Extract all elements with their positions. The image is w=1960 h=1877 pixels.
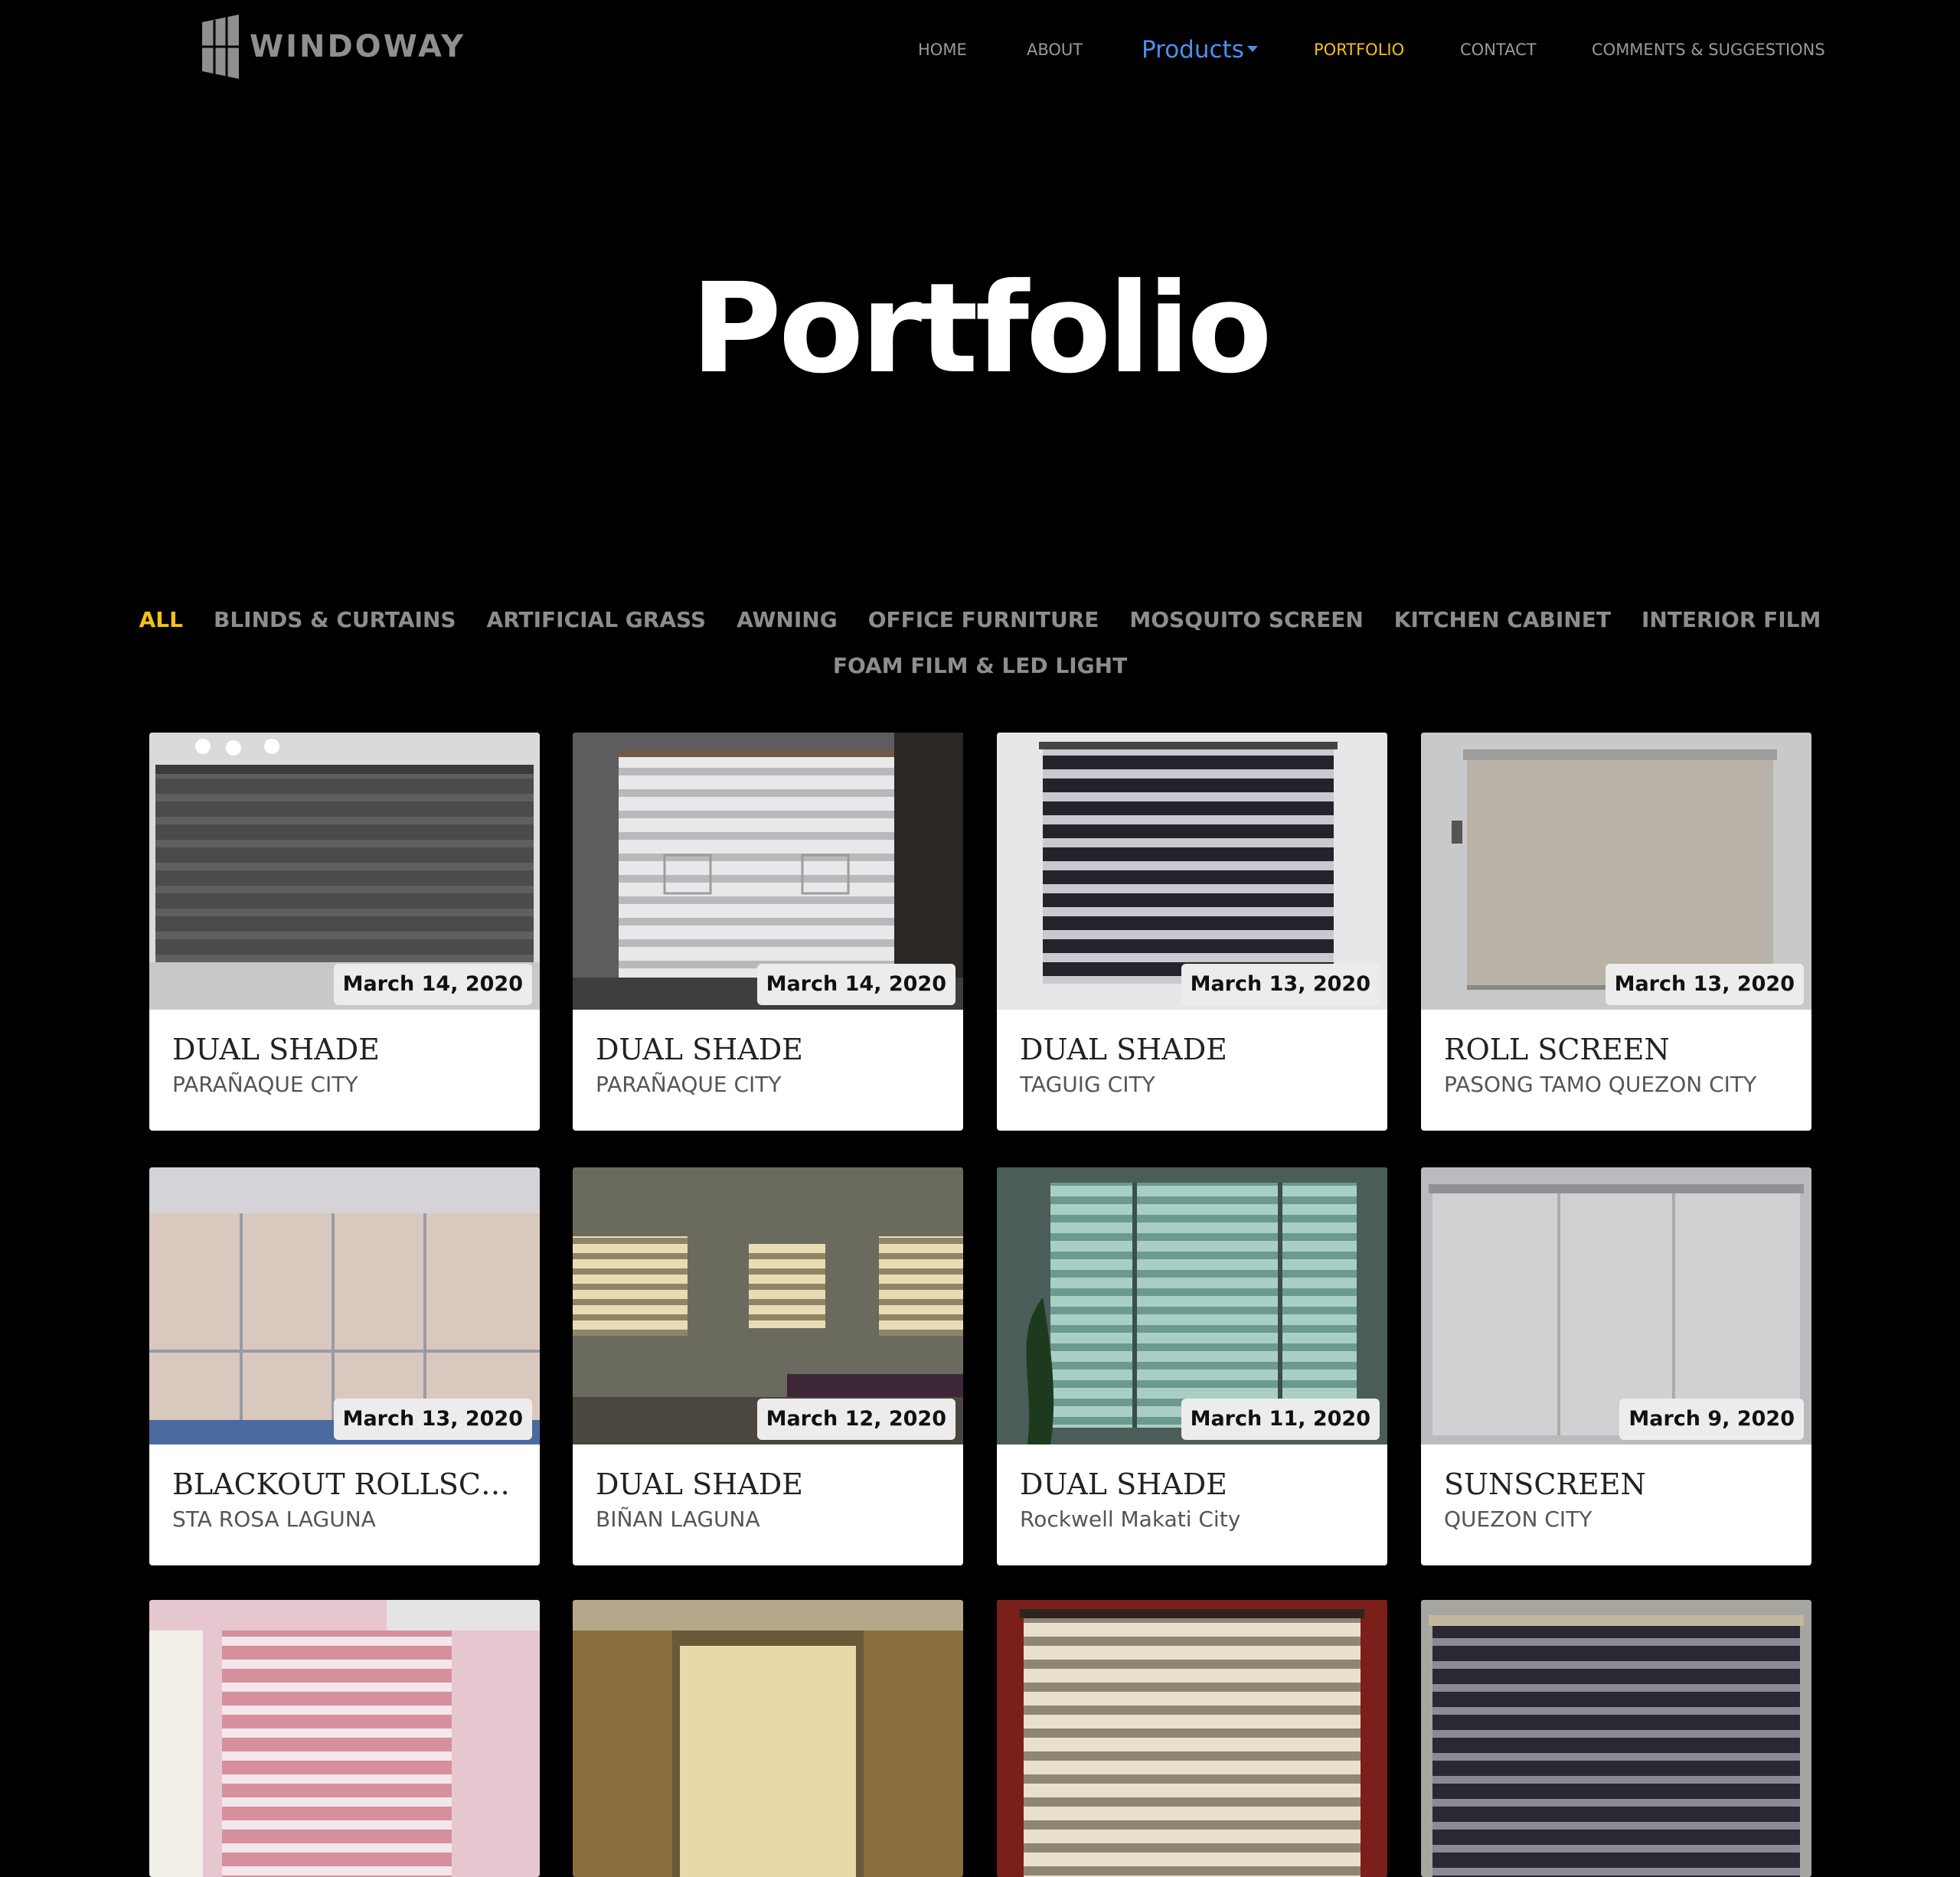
nav-products-label: Products: [1142, 36, 1244, 64]
project-title: DUAL SHADE: [1020, 1467, 1227, 1501]
project-photo: March 13, 2020: [997, 733, 1387, 1010]
project-location: Rockwell Makati City: [1020, 1506, 1241, 1532]
project-title: DUAL SHADE: [596, 1033, 803, 1066]
project-date: March 14, 2020: [756, 964, 956, 1005]
portfolio-card[interactable]: March 9, 2020 SUNSCREEN QUEZON CITY: [1421, 1167, 1811, 1565]
project-photo: March 13, 2020: [149, 1167, 540, 1444]
portfolio-filters: ALL BLINDS & CURTAINS ARTIFICIAL GRASS A…: [139, 597, 1821, 689]
portfolio-card[interactable]: March 12, 2020 DUAL SHADE BIÑAN LAGUNA: [573, 1167, 963, 1565]
card-body: ROLL SCREEN PASONG TAMO QUEZON CITY: [1421, 1010, 1811, 1131]
project-title: DUAL SHADE: [172, 1033, 380, 1066]
filter-mosquito-screen[interactable]: MOSQUITO SCREEN: [1129, 597, 1363, 643]
project-title: DUAL SHADE: [596, 1467, 803, 1501]
project-date: March 11, 2020: [1181, 1399, 1380, 1440]
portfolio-card[interactable]: March 13, 2020 DUAL SHADE TAGUIG CITY: [997, 733, 1387, 1131]
project-location: STA ROSA LAGUNA: [172, 1506, 376, 1532]
portfolio-card[interactable]: [1421, 1600, 1811, 1877]
filter-all[interactable]: ALL: [139, 597, 183, 643]
project-photo: [1421, 1600, 1811, 1877]
project-photo: [573, 1600, 963, 1877]
portfolio-card[interactable]: [997, 1600, 1387, 1877]
project-location: BIÑAN LAGUNA: [596, 1506, 760, 1532]
portfolio-card[interactable]: March 13, 2020 BLACKOUT ROLLSCREEN STA R…: [149, 1167, 540, 1565]
filter-artificial-grass[interactable]: ARTIFICIAL GRASS: [487, 597, 707, 643]
project-date: March 9, 2020: [1619, 1399, 1804, 1440]
page-title: Portfolio: [691, 257, 1272, 401]
black-zebra-blind-photo: [1421, 1600, 1811, 1877]
project-date: March 13, 2020: [333, 1399, 532, 1440]
nav-about[interactable]: ABOUT: [1027, 31, 1083, 69]
main-nav: HOME ABOUT Products PORTFOLIO CONTACT CO…: [0, 31, 1960, 69]
filter-blinds-curtains[interactable]: BLINDS & CURTAINS: [214, 597, 456, 643]
project-date: March 13, 2020: [1605, 964, 1804, 1005]
bay-window-roller-photo: [573, 1600, 963, 1877]
project-location: PASONG TAMO QUEZON CITY: [1444, 1072, 1757, 1097]
card-body: BLACKOUT ROLLSCREEN STA ROSA LAGUNA: [149, 1444, 540, 1565]
card-body: DUAL SHADE BIÑAN LAGUNA: [573, 1444, 963, 1565]
filter-office-furniture[interactable]: OFFICE FURNITURE: [868, 597, 1099, 643]
filter-row-2: FOAM FILM & LED LIGHT: [153, 643, 1807, 689]
card-body: DUAL SHADE PARAÑAQUE CITY: [149, 1010, 540, 1131]
portfolio-card[interactable]: [573, 1600, 963, 1877]
project-photo: March 13, 2020: [1421, 733, 1811, 1010]
card-body: DUAL SHADE TAGUIG CITY: [997, 1010, 1387, 1131]
caret-down-icon: [1246, 45, 1258, 52]
nav-comments-suggestions[interactable]: COMMENTS & SUGGESTIONS: [1592, 31, 1825, 69]
filter-awning[interactable]: AWNING: [737, 597, 838, 643]
project-photo: [997, 1600, 1387, 1877]
project-photo: March 9, 2020: [1421, 1167, 1811, 1444]
card-body: SUNSCREEN QUEZON CITY: [1421, 1444, 1811, 1565]
portfolio-card[interactable]: March 14, 2020 DUAL SHADE PARAÑAQUE CITY: [573, 733, 963, 1131]
portfolio-card[interactable]: March 14, 2020 DUAL SHADE PARAÑAQUE CITY: [149, 733, 540, 1131]
filter-interior-film[interactable]: INTERIOR FILM: [1642, 597, 1821, 643]
portfolio-card[interactable]: [149, 1600, 540, 1877]
nav-contact[interactable]: CONTACT: [1460, 31, 1537, 69]
filter-row-1: ALL BLINDS & CURTAINS ARTIFICIAL GRASS A…: [139, 597, 1821, 643]
project-location: TAGUIG CITY: [1020, 1072, 1155, 1097]
nav-home[interactable]: HOME: [918, 31, 967, 69]
project-title: BLACKOUT ROLLSCREEN: [172, 1467, 517, 1501]
project-location: QUEZON CITY: [1444, 1506, 1592, 1532]
portfolio-card[interactable]: March 11, 2020 DUAL SHADE Rockwell Makat…: [997, 1167, 1387, 1565]
project-date: March 13, 2020: [1181, 964, 1380, 1005]
project-location: PARAÑAQUE CITY: [596, 1072, 782, 1097]
project-title: ROLL SCREEN: [1444, 1033, 1670, 1066]
filter-foam-film-led-light[interactable]: FOAM FILM & LED LIGHT: [833, 643, 1127, 689]
cream-zebra-blind-photo: [997, 1600, 1387, 1877]
card-body: DUAL SHADE PARAÑAQUE CITY: [573, 1010, 963, 1131]
project-date: March 14, 2020: [333, 964, 532, 1005]
project-location: PARAÑAQUE CITY: [172, 1072, 358, 1097]
project-photo: March 12, 2020: [573, 1167, 963, 1444]
filter-kitchen-cabinet[interactable]: KITCHEN CABINET: [1394, 597, 1611, 643]
nav-portfolio[interactable]: PORTFOLIO: [1314, 31, 1404, 69]
project-photo: March 14, 2020: [149, 733, 540, 1010]
card-body: DUAL SHADE Rockwell Makati City: [997, 1444, 1387, 1565]
project-photo: March 11, 2020: [997, 1167, 1387, 1444]
project-photo: [149, 1600, 540, 1877]
nav-products-dropdown[interactable]: Products: [1142, 31, 1258, 69]
portfolio-card[interactable]: March 13, 2020 ROLL SCREEN PASONG TAMO Q…: [1421, 733, 1811, 1131]
project-date: March 12, 2020: [756, 1399, 956, 1440]
pink-zebra-blind-photo: [149, 1600, 540, 1877]
project-title: DUAL SHADE: [1020, 1033, 1227, 1066]
site-header: WINDOWAY HOME ABOUT Products PORTFOLIO C…: [0, 0, 1960, 100]
project-title: SUNSCREEN: [1444, 1467, 1646, 1501]
project-photo: March 14, 2020: [573, 733, 963, 1010]
